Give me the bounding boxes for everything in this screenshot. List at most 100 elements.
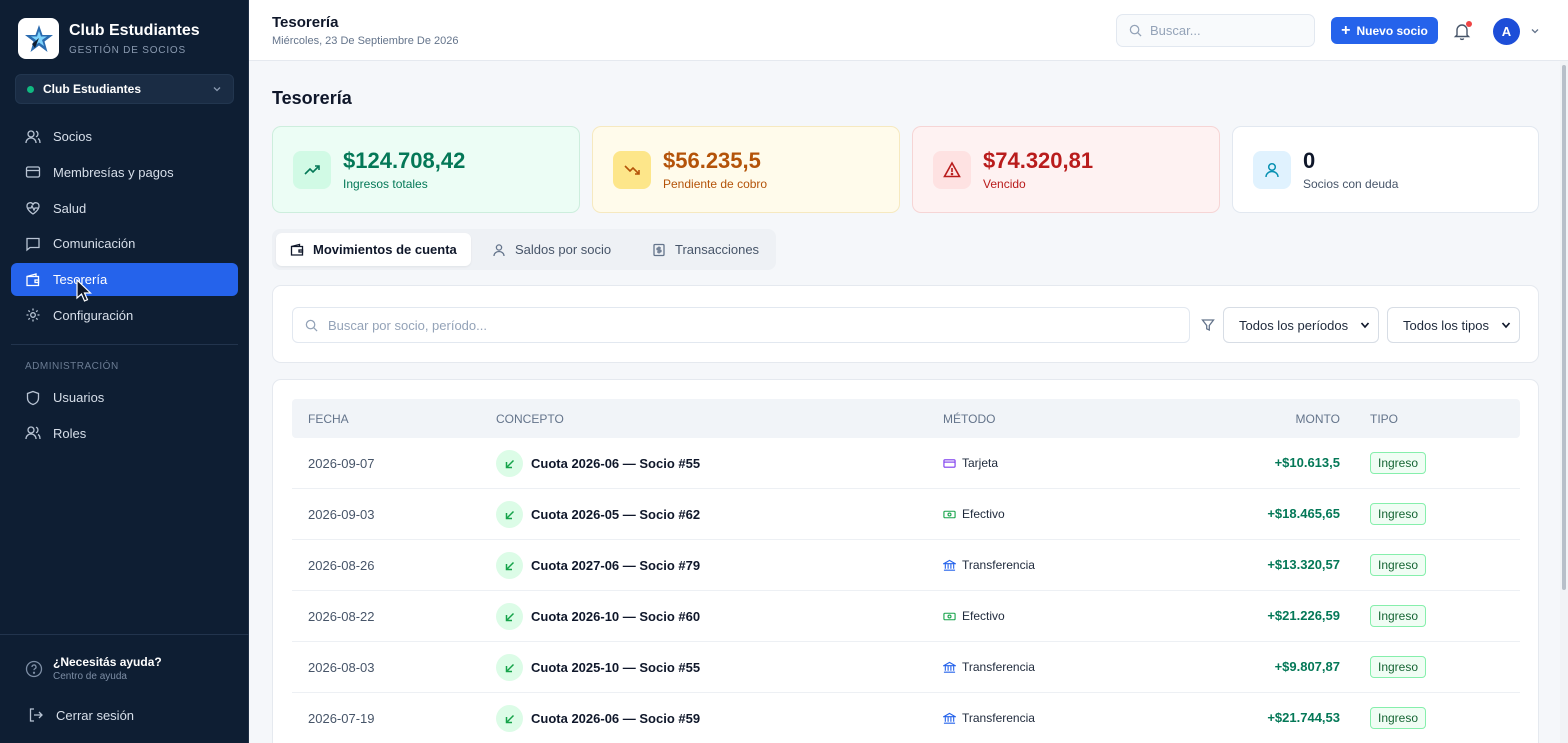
stat-card-socios-deuda: 0 Socios con deuda: [1232, 126, 1539, 213]
status-dot-icon: [27, 85, 34, 93]
divider: [11, 344, 238, 345]
column-header-metodo: MÉTODO: [943, 412, 996, 426]
receipt-icon: [653, 243, 665, 256]
row-date: 2026-08-22: [308, 609, 375, 624]
type-badge: Ingreso: [1370, 707, 1427, 729]
table-row[interactable]: 2026-07-19 Cuota 2026-06 — Socio #59 Tra…: [292, 693, 1520, 743]
row-method: Efectivo: [962, 507, 1005, 521]
club-selector[interactable]: Club Estudiantes: [15, 74, 234, 104]
users-icon: [25, 129, 41, 143]
divider: [0, 634, 249, 635]
filter-icon: [1201, 319, 1215, 332]
bank-icon: [943, 559, 956, 571]
logout-button[interactable]: Cerrar sesión: [28, 707, 134, 723]
chevron-down-icon[interactable]: [1530, 26, 1540, 36]
heart-pulse-icon: [26, 202, 40, 215]
arrow-down-left-icon: [496, 450, 523, 477]
sidebar-item-roles[interactable]: Roles: [11, 417, 238, 450]
row-amount: +$13.320,57: [1267, 557, 1340, 572]
row-method: Transferencia: [962, 711, 1035, 725]
row-method: Transferencia: [962, 660, 1035, 674]
table-row[interactable]: 2026-08-22 Cuota 2026-10 — Socio #60 Efe…: [292, 591, 1520, 642]
sidebar-item-label: Membresías y pagos: [53, 164, 174, 180]
sidebar-item-salud[interactable]: Salud: [11, 192, 238, 225]
row-concept: Cuota 2026-10 — Socio #60: [531, 609, 701, 624]
type-badge: Ingreso: [1370, 452, 1427, 474]
row-date: 2026-09-07: [308, 456, 375, 471]
sidebar-item-comunicacion[interactable]: Comunicación: [11, 227, 238, 260]
row-amount: +$10.613,5: [1274, 455, 1340, 470]
tab-bar: Movimientos de cuenta Saldos por socio T…: [272, 229, 776, 270]
trending-up-icon: [293, 150, 331, 189]
mouse-cursor-icon: [76, 279, 92, 302]
global-search-input[interactable]: Buscar...: [1116, 14, 1315, 47]
tab-saldos[interactable]: Saldos por socio: [478, 233, 625, 266]
stat-value: $56.235,5: [663, 148, 761, 173]
type-badge: Ingreso: [1370, 656, 1427, 678]
column-header-fecha: FECHA: [308, 412, 349, 426]
table-row[interactable]: 2026-09-03 Cuota 2026-05 — Socio #62 Efe…: [292, 489, 1520, 540]
new-member-label: Nuevo socio: [1356, 23, 1428, 38]
row-date: 2026-09-03: [308, 507, 375, 522]
page-scrollbar[interactable]: [1560, 61, 1568, 743]
search-placeholder: Buscar por socio, período...: [328, 317, 487, 333]
logout-label: Cerrar sesión: [56, 707, 135, 723]
column-header-monto: MONTO: [1295, 412, 1340, 426]
admin-section-label: ADMINISTRACIÓN: [25, 361, 119, 372]
plus-icon: +: [1341, 21, 1351, 39]
tab-label: Saldos por socio: [515, 242, 612, 257]
row-concept: Cuota 2026-06 — Socio #59: [531, 711, 701, 726]
column-header-tipo: TIPO: [1370, 412, 1399, 426]
row-amount: +$9.807,87: [1274, 659, 1340, 674]
table-row[interactable]: 2026-08-03 Cuota 2025-10 — Socio #55 Tra…: [292, 642, 1520, 693]
credit-card-icon: [25, 166, 41, 178]
table-row[interactable]: 2026-08-26 Cuota 2027-06 — Socio #79 Tra…: [292, 540, 1520, 591]
sidebar-item-membresias[interactable]: Membresías y pagos: [11, 156, 238, 189]
tab-movimientos[interactable]: Movimientos de cuenta: [276, 233, 471, 266]
stat-card-vencido: $74.320,81 Vencido: [912, 126, 1220, 213]
sidebar-item-usuarios[interactable]: Usuarios: [11, 381, 238, 414]
table-row[interactable]: 2026-09-07 Cuota 2026-06 — Socio #55 Tar…: [292, 438, 1520, 489]
sidebar-item-socios[interactable]: Socios: [11, 120, 238, 153]
stat-label: Vencido: [983, 177, 1026, 191]
sidebar-item-configuracion[interactable]: Configuración: [11, 299, 238, 332]
tab-label: Movimientos de cuenta: [313, 242, 457, 257]
type-badge: Ingreso: [1370, 503, 1427, 525]
brand-name: Club Estudiantes: [69, 22, 200, 39]
row-concept: Cuota 2027-06 — Socio #79: [531, 558, 701, 573]
row-amount: +$21.744,53: [1267, 710, 1340, 725]
new-member-button[interactable]: + Nuevo socio: [1331, 17, 1438, 44]
type-select[interactable]: Todos los tipos: [1387, 307, 1520, 343]
arrow-down-left-icon: [496, 552, 523, 579]
period-select[interactable]: Todos los períodos: [1223, 307, 1379, 343]
sidebar-item-tesoreria[interactable]: Tesorería: [11, 263, 238, 297]
help-circle-icon: [25, 660, 43, 677]
header-title: Tesorería: [272, 14, 339, 31]
period-select-value: Todos los períodos: [1239, 317, 1349, 333]
table-search-input[interactable]: Buscar por socio, período...: [292, 307, 1190, 343]
bank-icon: [943, 661, 956, 673]
scrollbar-thumb[interactable]: [1562, 65, 1566, 590]
bank-icon: [943, 712, 956, 724]
brand: Club Estudiantes GESTIÓN DE SOCIOS: [18, 18, 200, 59]
row-concept: Cuota 2026-05 — Socio #62: [531, 507, 701, 522]
row-concept: Cuota 2026-06 — Socio #55: [531, 456, 701, 471]
avatar[interactable]: A: [1493, 18, 1520, 45]
search-icon: [305, 319, 318, 332]
type-select-value: Todos los tipos: [1403, 317, 1489, 333]
chevron-down-icon: [1360, 322, 1370, 329]
sidebar-item-label: Comunicación: [53, 236, 136, 252]
admin-nav: Usuarios Roles: [11, 381, 238, 453]
help-title: ¿Necesitás ayuda?: [53, 655, 162, 669]
cash-icon: [943, 612, 956, 620]
alert-triangle-icon: [933, 150, 971, 189]
tab-transacciones[interactable]: Transacciones: [638, 233, 773, 266]
type-badge: Ingreso: [1370, 605, 1427, 627]
arrow-down-left-icon: [496, 705, 523, 732]
notifications-button[interactable]: [1452, 21, 1472, 41]
help-link[interactable]: ¿Necesitás ayuda? Centro de ayuda: [25, 655, 162, 682]
sidebar: Club Estudiantes GESTIÓN DE SOCIOS Club …: [0, 0, 249, 743]
top-header: Tesorería Miércoles, 23 De Septiembre De…: [249, 0, 1568, 61]
row-method: Transferencia: [962, 558, 1035, 572]
movements-table: FECHA CONCEPTO MÉTODO MONTO TIPO 2026-09…: [272, 379, 1539, 743]
